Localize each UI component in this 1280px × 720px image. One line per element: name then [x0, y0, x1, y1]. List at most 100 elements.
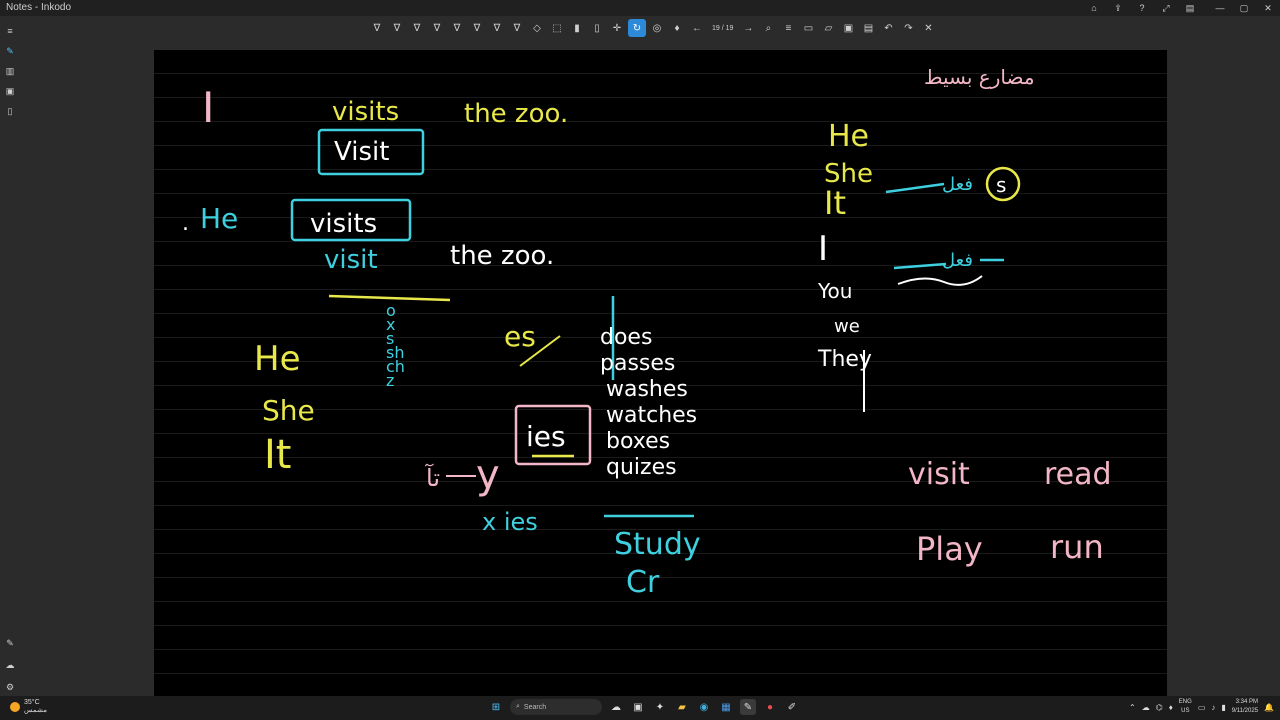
network-icon[interactable]: ⌬ — [1156, 703, 1163, 712]
pen-teal-icon[interactable]: ∇ — [488, 19, 506, 37]
pen-alt-icon[interactable]: ∇ — [508, 19, 526, 37]
pen-yellow-icon[interactable]: ∇ — [428, 19, 446, 37]
arabic-title: مضارع بسيط — [924, 65, 1035, 89]
prev-page-icon[interactable]: ← — [688, 19, 706, 37]
lang-region: US — [1181, 708, 1190, 714]
recorder-app-icon[interactable]: ● — [762, 699, 778, 715]
pen-green-icon[interactable]: ∇ — [408, 19, 426, 37]
laser-icon[interactable]: ✛ — [608, 19, 626, 37]
edit-icon[interactable]: ✎ — [3, 636, 17, 650]
eraser-icon[interactable]: ◇ — [528, 19, 546, 37]
window-title: Notes - Inkodo — [6, 2, 72, 13]
study-word: Study — [614, 527, 701, 562]
next-page-icon[interactable]: → — [739, 19, 757, 37]
lasso-icon[interactable]: ↻ — [628, 19, 646, 37]
weather-desc: مشمس — [24, 707, 47, 714]
fi3l-1: فعل — [942, 174, 973, 195]
clock-time: 3:34 PM — [1235, 699, 1259, 705]
clock[interactable]: 3:34 PM 9/11/2025 — [1232, 698, 1258, 716]
edge-icon[interactable]: ◉ — [696, 699, 712, 715]
pen-pink-icon[interactable]: ∇ — [448, 19, 466, 37]
undo-icon[interactable]: ↶ — [879, 19, 897, 37]
minimize-icon[interactable]: — — [1208, 0, 1232, 16]
library-icon[interactable]: ▥ — [3, 64, 17, 78]
pink-run: run — [1050, 528, 1104, 566]
chevron-up-icon[interactable]: ⌃ — [1129, 703, 1136, 712]
redo-icon[interactable]: ↷ — [899, 19, 917, 37]
cloud-icon[interactable]: ☁ — [3, 658, 17, 672]
widgets-icon[interactable]: ☁ — [608, 699, 624, 715]
es-word-0: does — [600, 325, 652, 350]
hsi-left-he: He — [254, 339, 300, 379]
search-icon: ⌕ — [516, 703, 520, 710]
pen-cyan-icon[interactable]: ∇ — [468, 19, 486, 37]
note-canvas[interactable]: I visits the zoo. Visit . He visits visi… — [154, 50, 1167, 696]
es-word-5: quizes — [606, 455, 677, 480]
file-explorer-icon[interactable]: ▰ — [674, 699, 690, 715]
copilot-icon[interactable]: ✦ — [652, 699, 668, 715]
rule-line-2 — [893, 262, 947, 270]
cr-word: Cr — [626, 565, 660, 600]
row1-verb: visits — [332, 97, 399, 127]
clipboard-icon[interactable]: ▯ — [3, 104, 17, 118]
language-indicator[interactable]: ENG US — [1179, 698, 1192, 716]
hsi-left-it: It — [264, 432, 291, 478]
mic-icon[interactable]: ♦ — [668, 19, 686, 37]
ruler-icon[interactable]: ▯ — [588, 19, 606, 37]
top-tools: ⌂ ⇪ ? ⤢ ▤ — [1084, 0, 1200, 16]
row1-verb-fixed: Visit — [334, 137, 389, 167]
toolbar: ∇ ∇ ∇ ∇ ∇ ∇ ∇ ∇ ◇ ⬚ ▮ ▯ ✛ ↻ ◎ ♦ ← 19 / 19 → ⌕ ≡ ▭ ▱ ▣ ▤ ↶ ↷ ✕ — [0, 16, 1280, 42]
volume-icon[interactable]: ♪ — [1211, 703, 1215, 712]
save-icon[interactable]: ▣ — [839, 19, 857, 37]
new-page-icon[interactable]: ▭ — [799, 19, 817, 37]
weather-widget[interactable]: 35°C مشمس — [10, 699, 47, 715]
battery-icon[interactable]: ▮ — [1221, 703, 1225, 712]
lang-code: ENG — [1178, 699, 1192, 705]
settings-gear-icon[interactable]: ⚙ — [3, 680, 17, 694]
display-icon[interactable]: ▭ — [1198, 703, 1206, 712]
inkodo-app-icon[interactable]: ✎ — [740, 699, 756, 715]
system-tray: ⌃ ☁ ⌬ ♦ ENG US ▭ ♪ ▮ 3:34 PM 9/11/2025 🔔 — [1129, 698, 1274, 716]
fi3l-2: فعل — [942, 250, 973, 271]
help-icon[interactable]: ? — [1132, 0, 1152, 16]
share-icon[interactable]: ⇪ — [1108, 0, 1128, 16]
select-icon[interactable]: ⬚ — [548, 19, 566, 37]
s-letter: s — [996, 173, 1006, 197]
sidebar-toggle-icon[interactable]: ▤ — [1180, 0, 1200, 16]
close-window-icon[interactable]: ✕ — [1256, 0, 1280, 16]
pen-app-icon[interactable]: ✐ — [784, 699, 800, 715]
fullscreen-icon[interactable]: ⤢ — [1156, 0, 1176, 16]
highlighter-icon[interactable]: ▮ — [568, 19, 586, 37]
onedrive-icon[interactable]: ☁ — [1142, 703, 1150, 712]
home-icon[interactable]: ⌂ — [1084, 0, 1104, 16]
maximize-icon[interactable]: ▢ — [1232, 0, 1256, 16]
settings-sliders-icon[interactable]: ≡ — [779, 19, 797, 37]
slides-icon[interactable]: ▣ — [3, 84, 17, 98]
es-word-2: washes — [606, 377, 688, 402]
row2-verb-wrong: visit — [324, 245, 378, 275]
pen-mode-icon[interactable]: ✎ — [3, 44, 17, 58]
row1-subject: I — [202, 83, 214, 132]
pen-blue-icon[interactable]: ∇ — [388, 19, 406, 37]
close-doc-icon[interactable]: ✕ — [919, 19, 937, 37]
page-indicator: 19 / 19 — [712, 24, 734, 32]
es-word-1: passes — [600, 351, 675, 376]
es-label: es — [504, 320, 536, 353]
notification-bell-icon[interactable]: 🔔 — [1264, 703, 1274, 712]
open-folder-icon[interactable]: ▱ — [819, 19, 837, 37]
wavy-underline — [897, 275, 983, 286]
pronoun-we: we — [834, 316, 860, 337]
ink-layer: I visits the zoo. Visit . He visits visi… — [182, 65, 1112, 600]
store-icon[interactable]: ▦ — [718, 699, 734, 715]
mic-tray-icon[interactable]: ♦ — [1169, 703, 1173, 712]
zoom-icon[interactable]: ⌕ — [759, 19, 777, 37]
es-words-list: doespasseswasheswatchesboxesquizes — [600, 325, 697, 480]
menu-icon[interactable]: ≡ — [3, 24, 17, 38]
taskbar-search[interactable]: ⌕ Search — [510, 699, 602, 715]
task-view-icon[interactable]: ▣ — [630, 699, 646, 715]
start-windows-icon[interactable]: ⊞ — [488, 699, 504, 715]
pen-white-icon[interactable]: ∇ — [368, 19, 386, 37]
rule-line-1 — [885, 182, 945, 194]
shapes-icon[interactable]: ◎ — [648, 19, 666, 37]
export-icon[interactable]: ▤ — [859, 19, 877, 37]
